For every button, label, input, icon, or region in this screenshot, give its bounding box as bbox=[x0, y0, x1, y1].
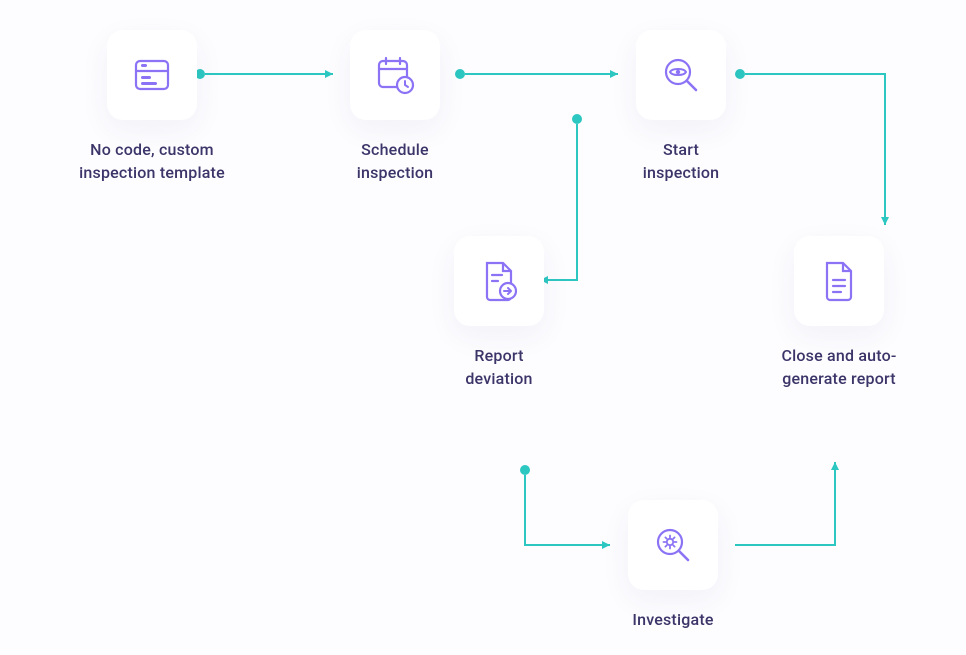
form-template-icon bbox=[130, 53, 174, 97]
node-start-card bbox=[636, 30, 726, 120]
calendar-clock-icon bbox=[372, 52, 418, 98]
node-report-label: Reportdeviation bbox=[465, 344, 532, 390]
node-investigate-label: Investigate bbox=[632, 608, 713, 631]
node-report: Reportdeviation bbox=[414, 236, 584, 390]
magnifier-gear-icon bbox=[650, 522, 696, 568]
document-arrow-icon bbox=[476, 257, 522, 305]
node-template-label: No code, custominspection template bbox=[79, 138, 225, 184]
diagram-stage: No code, custominspection template Sched… bbox=[0, 0, 966, 655]
node-start: Startinspection bbox=[596, 30, 766, 184]
magnifier-eye-icon bbox=[658, 52, 704, 98]
node-report-card bbox=[454, 236, 544, 326]
node-investigate-card bbox=[628, 500, 718, 590]
node-close-label: Close and auto-generate report bbox=[781, 344, 896, 390]
node-schedule: Scheduleinspection bbox=[310, 30, 480, 184]
node-template: No code, custominspection template bbox=[62, 30, 242, 184]
node-close: Close and auto-generate report bbox=[744, 236, 934, 390]
node-schedule-card bbox=[350, 30, 440, 120]
node-start-label: Startinspection bbox=[643, 138, 720, 184]
node-investigate: Investigate bbox=[588, 500, 758, 631]
document-icon bbox=[818, 257, 860, 305]
node-close-card bbox=[794, 236, 884, 326]
node-template-card bbox=[107, 30, 197, 120]
node-schedule-label: Scheduleinspection bbox=[357, 138, 434, 184]
